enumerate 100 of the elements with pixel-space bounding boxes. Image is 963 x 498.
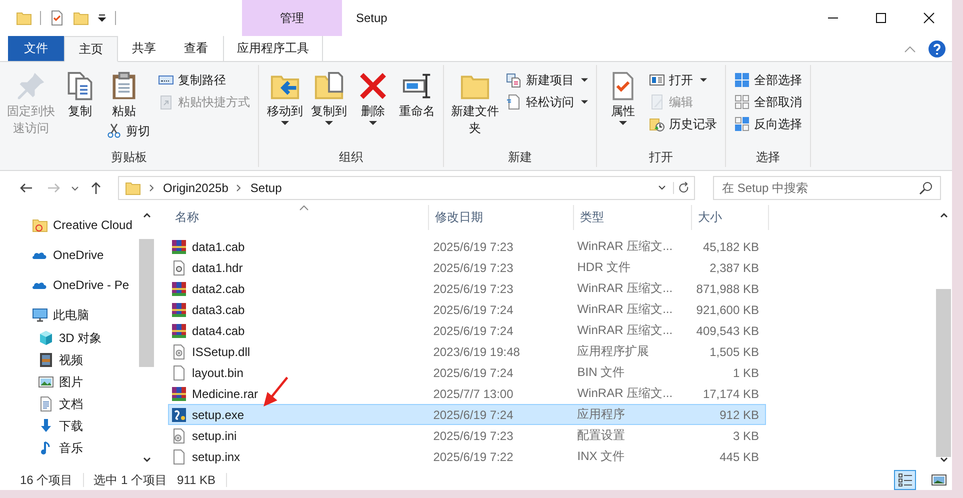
ribbon-tab[interactable]: 应用程序工具: [223, 36, 323, 61]
nav-item[interactable]: 图片: [0, 371, 138, 393]
help-icon[interactable]: [928, 40, 946, 58]
customize-caret-icon[interactable]: [97, 13, 107, 23]
folder-page-icon: [314, 71, 344, 101]
ribbon-button[interactable]: 轻松访问: [504, 91, 590, 113]
ribbon-button[interactable]: 移动到: [265, 65, 305, 125]
ribbon-button[interactable]: 复制: [60, 65, 100, 120]
ribbon-button[interactable]: 反向选择: [732, 113, 804, 135]
film-icon: [38, 352, 54, 368]
scroll-up-icon[interactable]: [142, 211, 152, 219]
breadcrumb[interactable]: Setup: [250, 181, 282, 195]
ribbon-button[interactable]: 剪切: [104, 120, 152, 142]
delete-icon: [358, 71, 388, 101]
size-cell-text: 1 KB: [732, 364, 760, 382]
scroll-up-icon[interactable]: [938, 211, 948, 219]
ribbon-tab[interactable]: 文件: [8, 36, 64, 61]
breadcrumb[interactable]: Origin2025b: [163, 181, 228, 195]
details-view-icon[interactable]: [894, 470, 916, 490]
file-row[interactable]: setup.inx 2025/6/19 7:22 INX 文件 445 KB: [168, 446, 766, 467]
group-label: 打开: [648, 149, 674, 166]
nav-item[interactable]: 视频: [0, 349, 138, 371]
copy-icon: [65, 71, 95, 101]
file-row[interactable]: ISSetup.dll 2023/6/19 19:48 应用程序扩展 1,505 KB: [168, 341, 766, 362]
file-row[interactable]: data1.cab 2025/6/19 7:23 WinRAR 压缩文... 45,182 KB: [168, 236, 766, 257]
file-row[interactable]: setup.ini 2025/6/19 7:23 配置设置 3 KB: [168, 425, 766, 446]
type-cell-text: 应用程序: [576, 406, 626, 423]
new-item-icon: [506, 72, 522, 88]
folder-icon: [125, 180, 141, 196]
chevron-icon[interactable]: [236, 184, 242, 192]
column-header[interactable]: 大小: [692, 205, 769, 230]
ribbon-tab[interactable]: 主页: [64, 36, 118, 62]
chevron-icon[interactable]: [149, 184, 155, 192]
date-cell-text: 2025/6/19 7:24: [432, 406, 514, 424]
nav-item[interactable]: OneDrive: [0, 245, 138, 265]
file-icon: [171, 260, 187, 276]
nav-item[interactable]: 文档: [0, 393, 138, 415]
ribbon-tab[interactable]: 共享: [118, 36, 170, 61]
cube-icon: [38, 330, 54, 346]
date-cell-text: 2025/6/19 7:24: [432, 364, 514, 382]
selection-size: 911 KB: [177, 473, 216, 487]
address-bar[interactable]: Origin2025b Setup: [118, 176, 695, 200]
file-name: setup.exe: [192, 408, 244, 422]
nav-item[interactable]: OneDrive - Pe: [0, 275, 138, 295]
size-cell-text: 921,600 KB: [695, 302, 760, 318]
ribbon-button[interactable]: 复制路径: [156, 69, 228, 91]
ribbon-button[interactable]: 粘贴: [104, 65, 144, 120]
ribbon-button[interactable]: 打开: [647, 69, 709, 91]
selection-count: 选中 1 个项目: [94, 472, 168, 488]
ribbon-tab[interactable]: 查看: [170, 36, 222, 61]
collapse-ribbon-icon[interactable]: [904, 44, 916, 52]
size-cell-text: 17,174 KB: [702, 386, 760, 402]
checked-page-icon[interactable]: [49, 10, 65, 26]
type-cell-text: WinRAR 压缩文...: [576, 301, 674, 318]
nav-item[interactable]: 下载: [0, 415, 138, 437]
date-cell-text: 2025/7/7 13:00: [432, 386, 514, 402]
ribbon-button[interactable]: 历史记录: [647, 113, 719, 135]
file-row[interactable]: layout.bin 2025/6/19 7:24 BIN 文件 1 KB: [168, 362, 766, 383]
column-header[interactable]: 类型: [574, 205, 692, 230]
scroll-down-icon[interactable]: [938, 456, 948, 464]
window-title: Setup: [356, 11, 388, 25]
scroll-thumb[interactable]: [139, 239, 154, 367]
ribbon-button[interactable]: 属性: [603, 65, 643, 125]
ribbon-button[interactable]: 删除: [353, 65, 393, 125]
pin-icon: [16, 71, 46, 101]
ribbon-button[interactable]: 全部取消: [732, 91, 804, 113]
column-header[interactable]: 名称: [169, 205, 429, 230]
file-name: setup.ini: [192, 428, 237, 442]
nav-item[interactable]: 3D 对象: [0, 327, 138, 349]
file-row[interactable]: setup.exe 2025/6/19 7:24 应用程序 912 KB: [168, 404, 766, 425]
file-row[interactable]: data3.cab 2025/6/19 7:24 WinRAR 压缩文... 921,600 KB: [168, 299, 766, 320]
column-header[interactable]: 修改日期: [429, 205, 574, 230]
group-label: 剪贴板: [110, 149, 148, 166]
ribbon-button[interactable]: 全部选择: [732, 69, 804, 91]
file-row[interactable]: data2.cab 2025/6/19 7:23 WinRAR 压缩文... 871,988 KB: [168, 278, 766, 299]
group-label: 新建: [507, 149, 533, 166]
download-icon: [38, 418, 54, 434]
type-cell-text: WinRAR 压缩文...: [576, 238, 674, 255]
type-cell-text: INX 文件: [576, 448, 626, 465]
nav-item[interactable]: Creative Cloud: [0, 215, 138, 235]
folder-icon: [32, 217, 48, 233]
ribbon-button[interactable]: 新建项目: [504, 69, 590, 91]
group-label: 选择: [755, 149, 781, 166]
nav-item[interactable]: 此电脑: [0, 305, 138, 325]
archive-icon: [171, 386, 187, 402]
file-icon: [171, 364, 187, 380]
file-row[interactable]: data1.hdr 2025/6/19 7:23 HDR 文件 2,387 KB: [168, 257, 766, 278]
file-row[interactable]: data4.cab 2025/6/19 7:24 WinRAR 压缩文... 409,543 KB: [168, 320, 766, 341]
date-cell-text: 2025/6/19 7:23: [432, 260, 514, 276]
ribbon-button[interactable]: 重命名: [397, 65, 437, 120]
nav-item[interactable]: 音乐: [0, 437, 138, 459]
scroll-down-icon[interactable]: [142, 456, 152, 464]
ribbon-button[interactable]: 新建文件夹: [450, 65, 500, 137]
scroll-thumb[interactable]: [936, 289, 951, 457]
file-name: data1.cab: [192, 240, 245, 254]
search-icon[interactable]: [919, 181, 933, 195]
grid-icon: [734, 94, 750, 110]
search-field[interactable]: 在 Setup 中搜索: [713, 176, 941, 200]
ribbon-button[interactable]: 复制到: [309, 65, 349, 125]
file-row[interactable]: Medicine.rar 2025/7/7 13:00 WinRAR 压缩文... 17,174 KB: [168, 383, 766, 404]
